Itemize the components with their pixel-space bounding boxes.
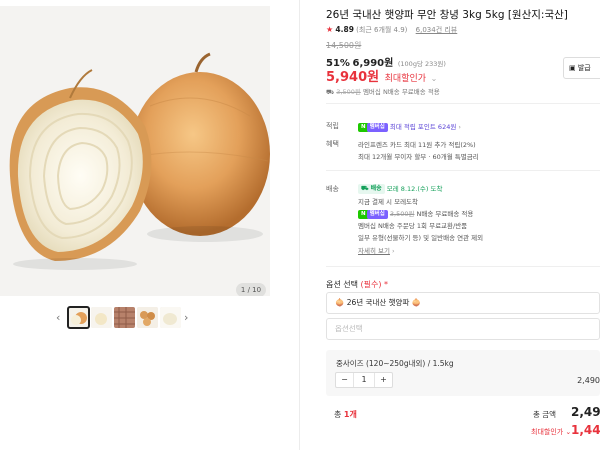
benefit-line-2[interactable]: 최대 12개월 무이자 할부 · 60개월 특별금리 [358,151,479,161]
onion-thumb-icon [160,307,181,328]
max-discount-label: 최대할인가 [384,74,427,84]
onion-emoji-icon: 🧅 [335,298,345,307]
option-select[interactable]: 🧅 26년 국내산 햇양파 🧅 [326,292,600,314]
rating-score: 4.89 [335,25,354,34]
onion-thumb-icon [137,307,158,328]
selected-item: 중사이즈 (120~250g내외) / 1.5kg − 1 + 2,490 [326,350,600,396]
minus-button[interactable]: − [336,373,354,387]
onion-thumb-icon [68,307,89,328]
onion-illustration [9,52,270,270]
shipping-summary-text: 멤버십 N배송 무료배송 적용 [362,88,440,96]
truck-icon: ⛟ [326,88,335,96]
rating: ★ 4.89 (최근 6개월 4.9) 6,034건 리뷰 [326,25,457,35]
delivery-free-text: N배송 무료배송 적용 [416,210,474,218]
max-discount-price: 5,940원 [326,70,380,85]
accumulate-row[interactable]: N 멤버십 최대 적립 포인트 624원 › [358,121,461,132]
delivery-arrival: 모레 8.12.(수) 도착 [386,185,443,193]
product-title: 26년 국내산 햇양파 무안 창녕 3kg 5kg [원산지:국산] [326,9,568,21]
detail-link-text: 자세히 보기 [358,247,390,255]
divider [326,170,600,171]
total-count: 총 1개 [334,410,357,419]
delivery-line-3: 멤버십 N배송 주문당 1회 무료교환/반품 [358,222,468,230]
chevron-right-icon[interactable]: › [184,311,188,324]
membership-badge: 멤버십 [366,209,388,219]
chevron-right-icon: › [458,123,462,131]
benefit-label: 혜택 [326,140,339,148]
divider [326,266,600,267]
thumbnail-strip: ‹ › [56,306,196,331]
delivery-line-4: 일부 유형(선물하기 등) 및 일반배송 연관 제외 [358,234,484,242]
image-counter: 1 / 10 [236,283,266,296]
option-label: 옵션 선택 (필수) * [326,280,389,289]
chevron-left-icon[interactable]: ‹ [56,311,60,324]
membership-badge: 멤버십 [366,122,388,132]
delivery-original-fee: 3,500원 [389,210,415,218]
thumbnail[interactable] [67,306,90,329]
star-icon: ★ [326,25,334,34]
panel-divider [299,0,300,450]
delivery-detail-link[interactable]: 자세히 보기 › [358,245,395,255]
onion-thumb-icon [114,307,135,328]
onion-thumb-icon [91,307,112,328]
option-select-secondary[interactable]: 옵션선택 [326,318,600,340]
divider [326,103,600,104]
thumbnail[interactable] [114,307,135,328]
delivery-arrival-row: ⛟ 배송 모레 8.12.(수) 도착 [358,183,442,194]
delivery-badge: ⛟ 배송 [358,184,385,194]
coupon-icon: ▣ [569,64,576,72]
total-max-label: 최대할인가 ⌄ [531,428,572,436]
thumbnail[interactable] [137,307,158,328]
original-price: 14,500원 [326,41,362,50]
total-amount: 2,490 [571,405,600,419]
review-count-link[interactable]: 6,034건 리뷰 [416,26,458,34]
onion-emoji-icon: 🧅 [411,298,422,307]
delivery-line-1: 지금 결제 시 모레도착 [358,198,419,206]
option-selected-value: 26년 국내산 햇양파 [346,298,410,307]
accumulate-label: 적립 [326,122,339,130]
chevron-down-icon: ⌄ [430,74,438,83]
accumulate-text: 최대 적립 포인트 624원 [389,123,457,131]
plus-button[interactable]: + [374,373,392,387]
benefit-line-1: 라인프렌즈 카드 최대 11원 추가 적립(2%) [358,141,476,149]
thumbnail[interactable] [91,307,112,328]
shipping-summary: ⛟ 3,500원 멤버십 N배송 무료배송 적용 [326,86,440,97]
chevron-right-icon: › [392,247,395,255]
selected-item-name: 중사이즈 (120~250g내외) / 1.5kg [336,359,454,368]
total-max-amount: 1,440 [571,423,600,437]
shipping-original: 3,500원 [336,88,361,96]
product-info: 26년 국내산 햇양파 무안 창녕 3kg 5kg [원산지:국산] ★ 4.8… [326,0,600,450]
product-main-image[interactable]: 1 / 10 [0,6,270,296]
rating-detail: (최근 6개월 4.9) [356,26,408,34]
selected-item-price: 2,490 [577,376,600,385]
truck-icon: ⛟ [361,185,369,192]
coupon-label: 발급 [577,64,591,72]
quantity-value[interactable]: 1 [354,373,374,387]
max-discount-row[interactable]: 5,940원 최대할인가 ⌄ [326,66,437,85]
thumbnail[interactable] [160,307,181,328]
total-amount-label: 총 금액 [533,410,557,419]
delivery-line-2: N 멤버십 3,500원 N배송 무료배송 적용 [358,208,473,219]
quantity-stepper[interactable]: − 1 + [335,372,393,388]
delivery-label: 배송 [326,185,339,193]
coupon-button[interactable]: ▣ 발급 [563,57,600,79]
